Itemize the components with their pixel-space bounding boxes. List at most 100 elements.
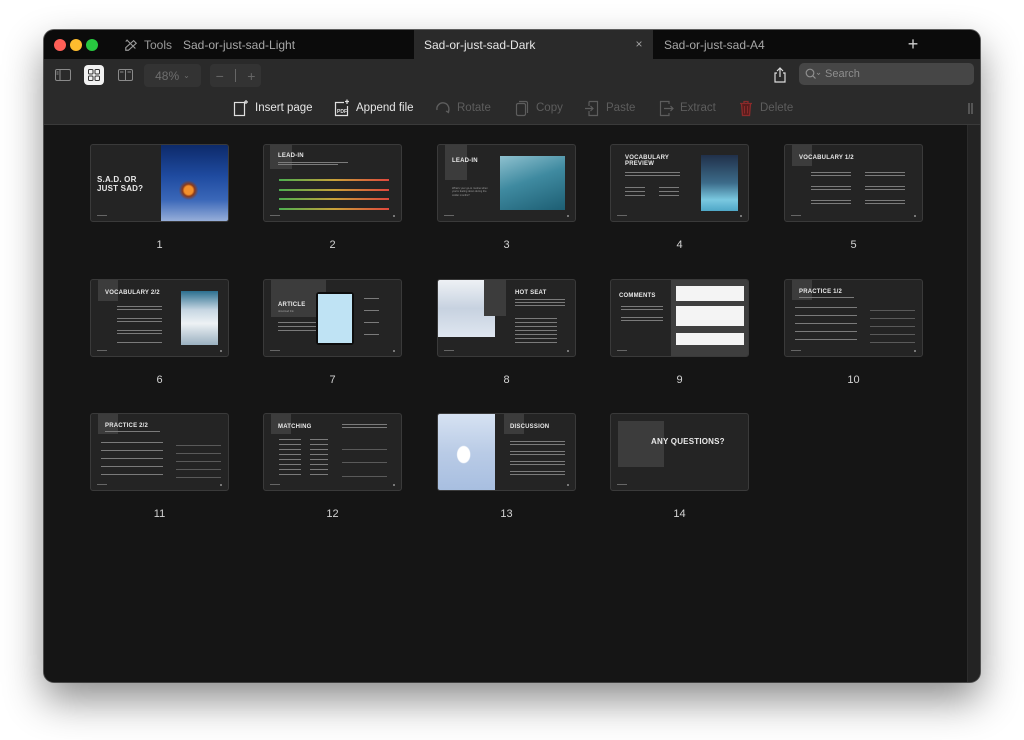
answer-line <box>176 461 221 462</box>
page-thumbnail[interactable]: DISCUSSION 13 <box>437 413 576 520</box>
info-item <box>364 298 379 299</box>
extract-button[interactable]: Extract <box>658 92 716 124</box>
tab-sad-dark[interactable]: Sad-or-just-sad-Dark × <box>414 30 653 59</box>
insert-page-button[interactable]: Insert page <box>233 92 313 124</box>
minimize-window-button[interactable] <box>70 39 82 51</box>
two-page-icon <box>117 69 133 81</box>
slide-subtitle: download link <box>278 310 294 313</box>
tools-label: Tools <box>144 37 173 52</box>
question-item <box>515 330 557 331</box>
page-number: 2 <box>329 239 336 251</box>
close-window-button[interactable] <box>54 39 66 51</box>
zoom-in-button[interactable]: + <box>247 68 255 84</box>
sidebar-view-button[interactable] <box>53 65 73 85</box>
slide-preview: S.A.D. OR JUST SAD? <box>90 144 229 222</box>
page-thumbnail[interactable]: ARTICLE download link 7 <box>263 279 402 386</box>
append-file-button[interactable]: PDF Append file <box>334 92 414 124</box>
page-thumbnail[interactable]: ANY QUESTIONS? 14 <box>610 413 749 520</box>
slide-title: DISCUSSION <box>510 424 550 430</box>
slide-photo <box>701 155 738 211</box>
page-number: 3 <box>503 239 510 251</box>
slide-preview: ANY QUESTIONS? <box>610 413 749 491</box>
extract-label: Extract <box>680 102 716 114</box>
slide-text <box>799 297 854 298</box>
page-thumbnail[interactable]: S.A.D. OR JUST SAD? 1 <box>90 144 229 251</box>
answer-line <box>342 449 387 450</box>
page-thumbnail[interactable]: HOT SEAT 8 <box>437 279 576 386</box>
two-page-view-button[interactable] <box>115 65 135 85</box>
rotate-button[interactable]: Rotate <box>435 92 491 124</box>
tab-label: Sad-or-just-sad-Light <box>183 37 296 52</box>
grid-view-button[interactable] <box>84 65 104 85</box>
matching-left-item <box>279 474 301 475</box>
search-input[interactable] <box>825 68 955 80</box>
exercise-item <box>795 307 857 308</box>
tab-sad-a4[interactable]: Sad-or-just-sad-A4 <box>664 30 765 59</box>
copy-label: Copy <box>536 102 563 114</box>
slide-text <box>621 317 663 318</box>
slide-text <box>515 302 565 303</box>
page-thumbnail[interactable]: LEAD-IN 2 <box>263 144 402 251</box>
divider <box>234 69 236 82</box>
info-item <box>364 322 379 323</box>
search-field[interactable] <box>799 63 974 85</box>
tab-bar: Tools Sad-or-just-sad-Light Sad-or-just-… <box>44 30 980 59</box>
slide-preview: VOCABULARY 1/2 <box>784 144 923 222</box>
close-tab-icon[interactable]: × <box>633 38 645 50</box>
slide-title: ARTICLE <box>278 302 306 308</box>
slide-preview: COMMENTS <box>610 279 749 357</box>
page-thumbnail[interactable]: VOCABULARY 2/2 6 <box>90 279 229 386</box>
page-thumbnail[interactable]: MATCHING 12 <box>263 413 402 520</box>
exercise-item <box>101 442 163 443</box>
answer-line <box>870 310 915 311</box>
page-thumbnail[interactable]: VOCABULARY PREVIEW 4 <box>610 144 749 251</box>
share-button[interactable] <box>771 66 789 84</box>
zoom-out-button[interactable]: − <box>216 68 224 84</box>
question-item <box>510 441 565 442</box>
answer-line <box>870 342 915 343</box>
matching-right-item <box>310 469 328 470</box>
slide-preview: VOCABULARY 2/2 <box>90 279 229 357</box>
tools-menu[interactable]: Tools <box>124 30 172 59</box>
slide-text <box>515 299 565 300</box>
slide-photo <box>500 156 565 210</box>
zoom-level-select[interactable]: 48% ⌄ <box>144 64 201 87</box>
delete-button[interactable]: Delete <box>738 92 793 124</box>
slide-text <box>625 172 680 173</box>
page-thumbnail[interactable]: VOCABULARY 1/2 5 <box>784 144 923 251</box>
toolbar-overflow-handle[interactable] <box>968 103 973 114</box>
comment-card <box>676 333 744 345</box>
slide-text <box>278 162 348 163</box>
matching-left-item <box>279 469 301 470</box>
slide-text <box>278 326 318 327</box>
info-item <box>364 334 379 335</box>
copy-icon <box>515 100 529 117</box>
slide-text <box>811 175 851 176</box>
checklist-item <box>625 191 645 192</box>
tab-sad-light[interactable]: Sad-or-just-sad-Light <box>183 30 295 59</box>
paste-button[interactable]: Paste <box>584 92 635 124</box>
maximize-window-button[interactable] <box>86 39 98 51</box>
copy-button[interactable]: Copy <box>514 92 563 124</box>
checklist-item <box>659 191 679 192</box>
slide-preview: PRACTICE 2/2 <box>90 413 229 491</box>
vertical-scrollbar[interactable] <box>967 125 980 682</box>
page-thumbnail[interactable]: PRACTICE 2/2 11 <box>90 413 229 520</box>
matching-left-item <box>279 459 301 460</box>
matching-left-item <box>279 444 301 445</box>
slide-page-number <box>220 350 222 352</box>
new-tab-button[interactable]: + <box>904 34 922 54</box>
matching-right-item <box>310 439 328 440</box>
slide-text <box>117 342 162 343</box>
scale-bar <box>279 189 389 191</box>
slide-text <box>621 309 663 310</box>
comment-card <box>676 306 744 326</box>
page-thumbnail[interactable]: PRACTICE 1/2 10 <box>784 279 923 386</box>
page-thumbnail[interactable]: COMMENTS 9 <box>610 279 749 386</box>
slide-page-number <box>393 484 395 486</box>
page-thumbnail[interactable]: LEAD-IN What's your go-to routine when y… <box>437 144 576 251</box>
page-number: 7 <box>329 374 336 386</box>
question-item <box>510 461 565 462</box>
zoom-stepper: − + <box>210 64 261 87</box>
insert-page-icon <box>233 100 248 117</box>
